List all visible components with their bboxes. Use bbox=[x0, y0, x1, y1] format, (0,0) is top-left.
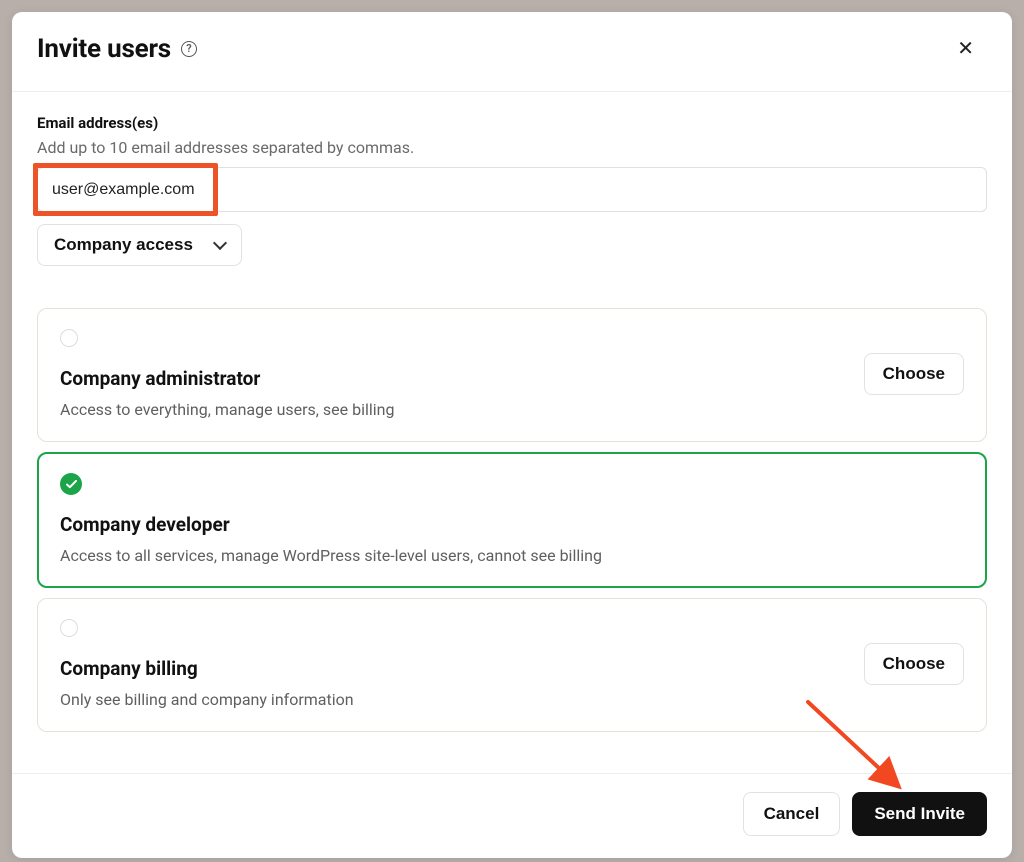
role-list: Company administrator Access to everythi… bbox=[37, 308, 987, 732]
email-hint: Add up to 10 email addresses separated b… bbox=[37, 138, 987, 157]
choose-button[interactable]: Choose bbox=[864, 353, 964, 395]
invite-users-modal: Invite users ? ✕ Email address(es) Add u… bbox=[12, 12, 1012, 858]
role-title: Company administrator bbox=[60, 367, 394, 390]
role-description: Only see billing and company information bbox=[60, 690, 354, 709]
role-description: Access to all services, manage WordPress… bbox=[60, 546, 602, 565]
role-card-developer[interactable]: Company developer Access to all services… bbox=[37, 452, 987, 588]
close-icon: ✕ bbox=[957, 38, 974, 60]
role-card-billing[interactable]: Company billing Only see billing and com… bbox=[37, 598, 987, 732]
role-title: Company billing bbox=[60, 657, 354, 680]
help-icon[interactable]: ? bbox=[181, 41, 197, 57]
email-label: Email address(es) bbox=[37, 114, 987, 132]
modal-title-wrap: Invite users ? bbox=[37, 34, 197, 64]
email-input-wrap bbox=[37, 167, 987, 212]
modal-footer: Cancel Send Invite bbox=[12, 773, 1012, 858]
radio-unchecked-icon[interactable] bbox=[60, 329, 78, 347]
radio-unchecked-icon[interactable] bbox=[60, 619, 78, 637]
modal-body: Email address(es) Add up to 10 email add… bbox=[12, 92, 1012, 773]
choose-button[interactable]: Choose bbox=[864, 643, 964, 685]
dropdown-label: Company access bbox=[54, 235, 193, 255]
email-input[interactable] bbox=[37, 167, 987, 212]
chevron-down-icon bbox=[213, 236, 227, 250]
role-title: Company developer bbox=[60, 513, 602, 536]
modal-title: Invite users bbox=[37, 34, 171, 64]
role-content: Company billing Only see billing and com… bbox=[60, 619, 354, 709]
check-icon bbox=[66, 480, 77, 489]
company-access-dropdown[interactable]: Company access bbox=[37, 224, 242, 266]
radio-checked-icon[interactable] bbox=[60, 473, 82, 495]
close-button[interactable]: ✕ bbox=[949, 32, 982, 65]
role-card-administrator[interactable]: Company administrator Access to everythi… bbox=[37, 308, 987, 442]
send-invite-button[interactable]: Send Invite bbox=[852, 792, 987, 836]
cancel-button[interactable]: Cancel bbox=[743, 792, 841, 836]
modal-header: Invite users ? ✕ bbox=[12, 12, 1012, 92]
role-content: Company developer Access to all services… bbox=[60, 473, 602, 565]
role-description: Access to everything, manage users, see … bbox=[60, 400, 394, 419]
role-content: Company administrator Access to everythi… bbox=[60, 329, 394, 419]
